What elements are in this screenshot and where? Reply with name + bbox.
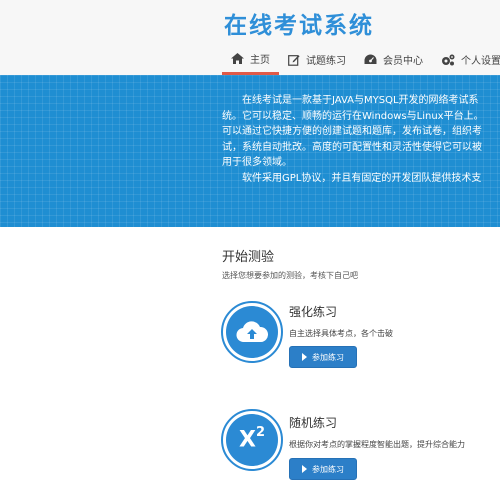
card-title-intensive: 强化练习: [289, 305, 338, 319]
superscript-base: X: [238, 427, 256, 453]
button-label: 参加练习: [312, 352, 344, 362]
superscript-icon: X2: [221, 409, 283, 471]
hero-line: 统。它可以稳定、顺畅的运行在Windows与Linux平台上。: [222, 110, 484, 122]
hero-line: 可以通过它快捷方便的创建试题和题库，发布试卷，组织考: [222, 126, 482, 137]
nav-item-home[interactable]: 主页: [222, 44, 279, 75]
nav-item-label: 个人设置: [461, 56, 500, 67]
header: 在线考试系统 主页 试题练习 会员中心 个人设置: [0, 0, 500, 75]
nav-item-practice[interactable]: 试题练习: [279, 44, 355, 75]
section-title: 开始测验: [222, 250, 275, 265]
edit-icon: [288, 54, 300, 66]
dashboard-icon: [364, 54, 377, 64]
card-title-random: 随机练习: [289, 416, 338, 430]
play-icon: [302, 465, 307, 473]
button-label: 参加练习: [312, 464, 344, 474]
hero-line: 试，系统自动批改。高度的可配置性和灵活性使得它可以被: [222, 141, 482, 153]
nav-item-label: 主页: [250, 54, 270, 66]
join-practice-button[interactable]: 参加练习: [289, 346, 357, 368]
hero-line: 用于很多领域。: [222, 157, 292, 168]
main-nav: 主页 试题练习 会员中心 个人设置: [222, 44, 500, 75]
cogs-icon: [442, 54, 455, 65]
play-icon: [302, 353, 307, 361]
nav-item-settings[interactable]: 个人设置: [432, 44, 500, 75]
card-desc-intensive: 自主选择具体考点，各个击破: [289, 329, 393, 338]
join-practice-button[interactable]: 参加练习: [289, 458, 357, 480]
nav-item-label: 试题练习: [306, 56, 346, 67]
nav-item-label: 会员中心: [383, 56, 423, 67]
nav-item-member[interactable]: 会员中心: [355, 44, 432, 75]
site-logo[interactable]: 在线考试系统: [224, 6, 374, 40]
hero-description: 在线考试是一款基于JAVA与MYSQL开发的网络考试系 统。它可以稳定、顺畅的运…: [222, 93, 500, 186]
home-icon: [231, 52, 244, 64]
section-subtitle: 选择您想要参加的测验，考核下自己吧: [222, 271, 358, 280]
superscript-exp: 2: [255, 425, 265, 441]
hero-line: 在线考试是一款基于JAVA与MYSQL开发的网络考试系: [242, 95, 479, 106]
hero-banner: 在线考试是一款基于JAVA与MYSQL开发的网络考试系 统。它可以稳定、顺畅的运…: [0, 75, 500, 227]
card-desc-random: 根据你对考点的掌握程度智能出题，提升综合能力: [289, 440, 465, 449]
hero-line: 软件采用GPL协议，并且有固定的开发团队提供技术支: [242, 172, 482, 184]
cloud-upload-icon: [221, 301, 283, 363]
